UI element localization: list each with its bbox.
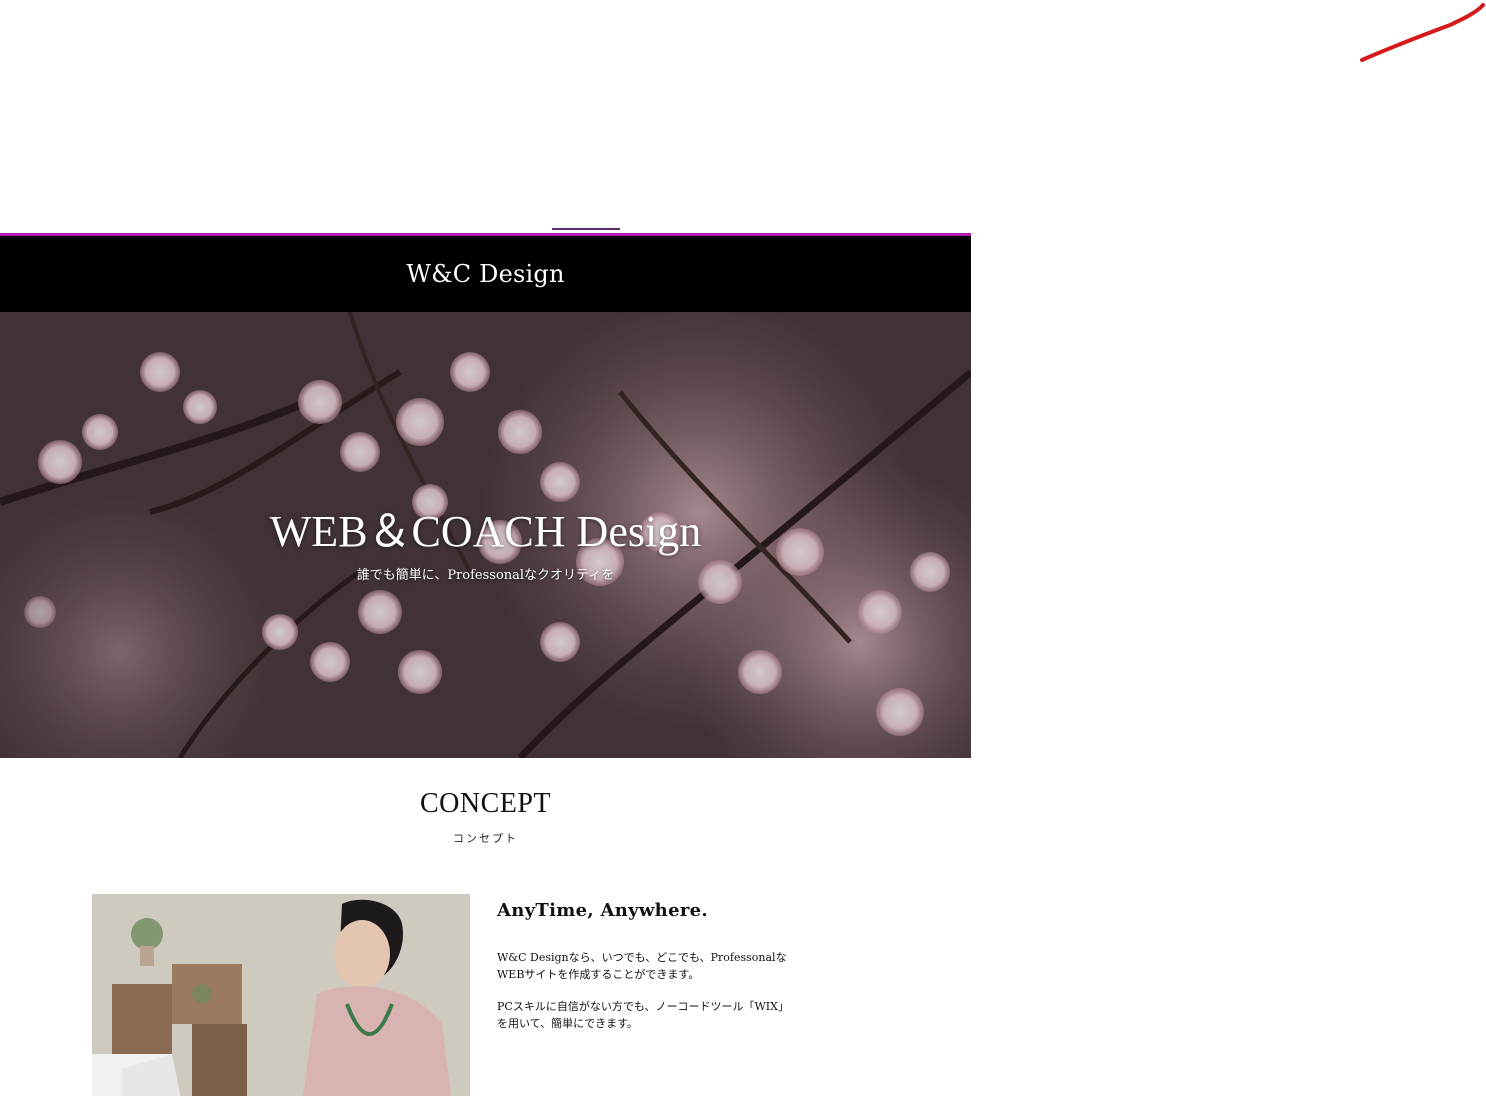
annotation-pen-stroke — [1360, 3, 1485, 62]
concept-heading: AnyTime, Anywhere. — [497, 900, 708, 921]
tab-indicator — [552, 228, 620, 230]
concept-text-block: AnyTime, Anywhere. W&C Designなら、いつでも、どこで… — [497, 900, 787, 1032]
hero-title: WEB＆COACH Design — [269, 507, 702, 556]
hero-text: WEB＆COACH Design 誰でも簡単に、Professonalなクオリテ… — [0, 507, 971, 584]
hero-subtitle: 誰でも簡単に、Professonalなクオリティを — [356, 568, 615, 584]
concept-body: AnyTime, Anywhere. W&C Designなら、いつでも、どこで… — [92, 894, 812, 1096]
concept-subtitle: コンセプト — [453, 832, 518, 845]
site-title[interactable]: W&C Design — [406, 260, 564, 288]
website-page: W&C Design WEB＆COACH Design 誰でも簡単に、Profe… — [0, 233, 971, 1096]
concept-header: CONCEPT コンセプト — [0, 788, 971, 846]
concept-section: CONCEPT コンセプト — [0, 788, 971, 846]
photo-illustration — [92, 894, 470, 1096]
concept-paragraph-1: W&C Designなら、いつでも、どこでも、Professonalな WEBサ… — [497, 951, 787, 981]
woman-working-photo — [92, 894, 470, 1096]
concept-title: CONCEPT — [419, 788, 552, 819]
site-header: W&C Design — [0, 236, 971, 312]
hero-section: WEB＆COACH Design 誰でも簡単に、Professonalなクオリテ… — [0, 312, 971, 758]
concept-paragraph-2: PCスキルに自信がない方でも、ノーコードツール「WIX」を用いて、簡単にできます… — [497, 1000, 784, 1030]
